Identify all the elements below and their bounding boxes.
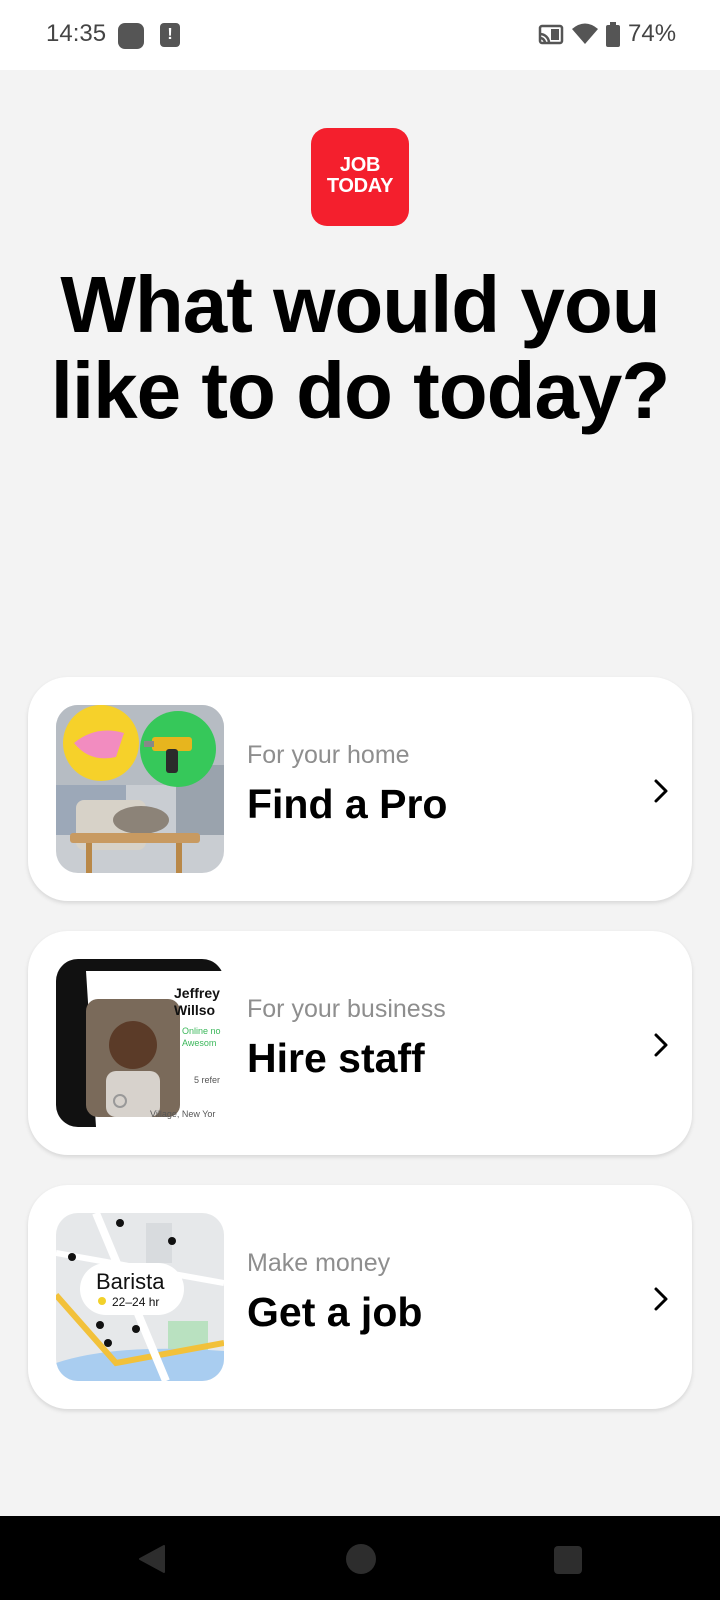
card-title: Hire staff [247, 1035, 425, 1081]
thumb-hours: 22–24 hr [112, 1295, 160, 1309]
system-nav-bar [0, 1516, 720, 1600]
chevron-right-icon [654, 1287, 668, 1311]
option-card-find-a-pro[interactable]: For your home Find a Pro [28, 677, 692, 901]
logo-line-1: JOB [339, 154, 381, 176]
option-card-get-a-job[interactable]: Barista 22–24 hr Make money Get a job [28, 1185, 692, 1409]
thumb-job-title: Barista [96, 1269, 165, 1294]
thumb-status: Online no Awesom [182, 1026, 221, 1048]
card-title: Find a Pro [247, 781, 448, 827]
logo-line-2: TODAY [326, 175, 394, 197]
thumb-refs: 5 refer [194, 1075, 221, 1085]
option-card-hire-staff[interactable]: Jeffrey Willso Online no Awesom 5 refer … [28, 931, 692, 1155]
notification-dot-icon [118, 23, 144, 49]
cast-icon [538, 24, 564, 45]
card-title: Get a job [247, 1289, 423, 1335]
chevron-right-icon [654, 1033, 668, 1057]
recents-icon[interactable] [554, 1546, 582, 1574]
card-subtitle: Make money [247, 1249, 391, 1277]
thumb-name: Jeffrey Willso [174, 985, 220, 1018]
get-a-job-thumbnail: Barista 22–24 hr [56, 1213, 224, 1381]
battery-percent: 74% [628, 20, 677, 47]
card-subtitle: For your business [247, 995, 446, 1023]
status-bar: 14:35 ! 74% [0, 0, 720, 70]
app-logo: JOB TODAY [311, 128, 409, 226]
page-headline: What would you like to do today? [50, 260, 671, 435]
status-time: 14:35 [46, 20, 107, 47]
battery-icon [606, 22, 620, 47]
back-icon[interactable] [138, 1544, 166, 1574]
chevron-right-icon [654, 779, 668, 803]
thumb-location: Village, New Yor [150, 1109, 216, 1119]
wifi-icon [572, 23, 598, 44]
home-icon[interactable] [346, 1544, 376, 1574]
card-subtitle: For your home [247, 741, 410, 769]
hire-staff-thumbnail: Jeffrey Willso Online no Awesom 5 refer … [56, 959, 224, 1127]
alert-icon: ! [160, 23, 180, 47]
find-a-pro-thumbnail [56, 705, 224, 873]
